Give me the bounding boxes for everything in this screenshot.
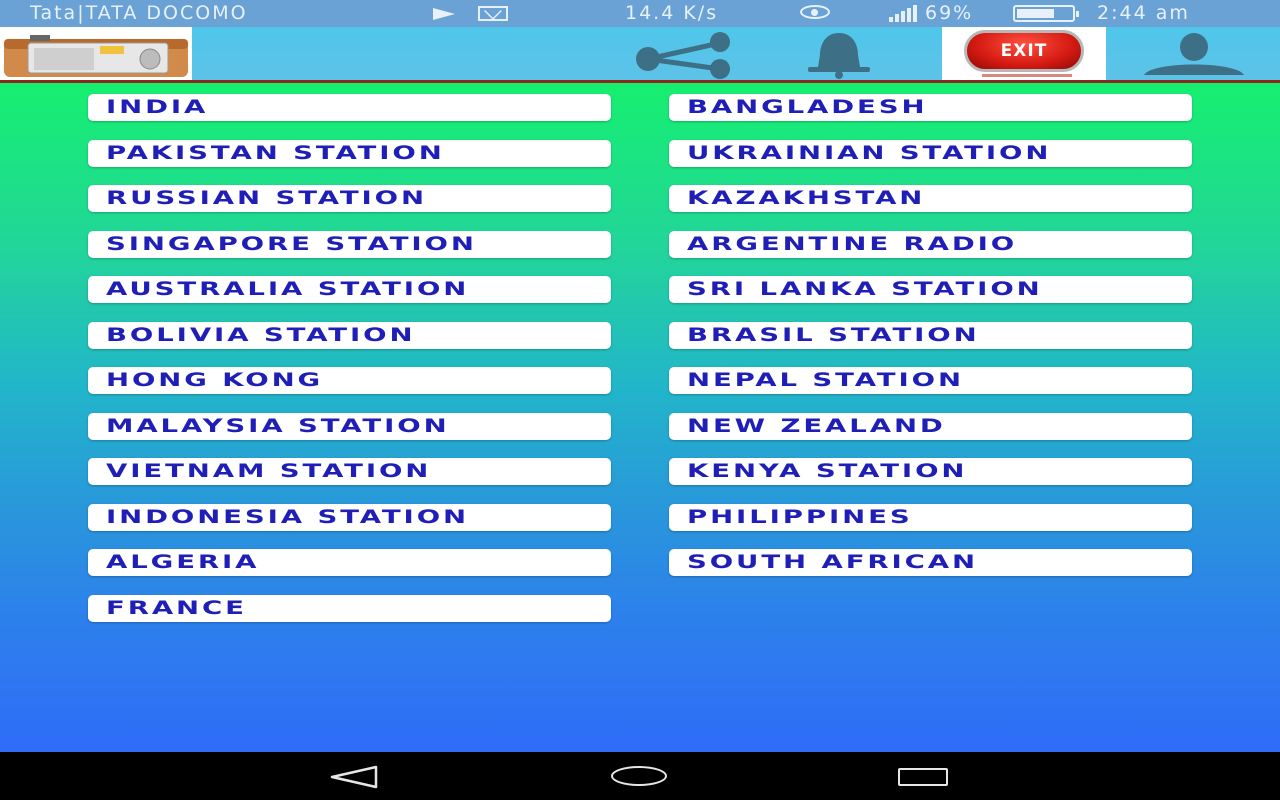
home-icon[interactable] <box>611 766 667 786</box>
station-button[interactable]: INDONESIA STATION <box>88 503 611 531</box>
app-toolbar: EXIT <box>0 27 1280 83</box>
station-button[interactable]: SOUTH AFRICAN <box>669 549 1192 576</box>
station-list: INDIA PAKISTAN STATION RUSSIAN STATION SING… <box>0 83 1280 752</box>
recents-icon[interactable] <box>898 768 948 786</box>
status-bar: Tata|TATA DOCOMO 14.4 K/s 69% 2:44 am <box>0 0 1280 27</box>
station-button[interactable]: INDIA <box>88 94 611 121</box>
station-button[interactable]: SINGAPORE STATION <box>88 230 611 258</box>
station-button[interactable]: BANGLADESH <box>669 94 1192 121</box>
station-button[interactable]: VIETNAM STATION <box>88 458 611 485</box>
station-button[interactable]: AUSTRALIA STATION <box>88 276 611 303</box>
station-label: PAKISTAN STATION <box>106 141 445 164</box>
network-speed: 14.4 K/s <box>625 2 719 24</box>
bell-icon[interactable] <box>804 29 874 79</box>
station-button[interactable]: KENYA STATION <box>669 458 1192 485</box>
station-button[interactable]: SRI LANKA STATION <box>669 276 1192 303</box>
station-label: FRANCE <box>106 596 247 619</box>
station-button[interactable]: HONG KONG <box>88 367 611 394</box>
signal-icon <box>855 4 917 22</box>
station-label: NEPAL STATION <box>687 369 964 391</box>
station-label: PHILIPPINES <box>687 505 913 528</box>
exit-icon: EXIT <box>964 30 1084 72</box>
station-label: KAZAKHSTAN <box>687 187 926 209</box>
station-label: INDIA <box>106 96 209 118</box>
station-label: KENYA STATION <box>687 460 968 482</box>
station-button[interactable]: PHILIPPINES <box>669 503 1192 531</box>
station-label: INDONESIA STATION <box>106 505 469 528</box>
user-icon[interactable] <box>1138 31 1250 79</box>
station-label: ALGERIA <box>106 551 260 573</box>
station-label: SRI LANKA STATION <box>687 278 1043 300</box>
back-icon[interactable] <box>328 764 380 790</box>
station-button[interactable]: NEPAL STATION <box>669 367 1192 394</box>
mail-icon <box>478 6 508 21</box>
station-label: UKRAINIAN STATION <box>687 141 1052 164</box>
station-label: BOLIVIA STATION <box>106 323 416 346</box>
station-button[interactable]: MALAYSIA STATION <box>88 412 611 440</box>
station-label: AUSTRALIA STATION <box>106 278 470 300</box>
battery-percentage: 69% <box>925 2 974 24</box>
station-button[interactable]: UKRAINIAN STATION <box>669 139 1192 167</box>
station-button[interactable]: KAZAKHSTAN <box>669 185 1192 212</box>
exit-caption-decoration <box>982 74 1072 77</box>
station-label: SINGAPORE STATION <box>106 232 477 255</box>
station-label: ARGENTINE RADIO <box>687 232 1018 255</box>
play-store-icon <box>433 8 455 20</box>
station-button[interactable]: RUSSIAN STATION <box>88 185 611 212</box>
eye-comfort-icon <box>800 5 830 19</box>
station-button[interactable]: BOLIVIA STATION <box>88 321 611 349</box>
station-button[interactable]: ARGENTINE RADIO <box>669 230 1192 258</box>
station-label: RUSSIAN STATION <box>106 187 427 209</box>
station-label: BANGLADESH <box>687 96 928 118</box>
station-button[interactable]: FRANCE <box>88 594 611 622</box>
station-label: BRASIL STATION <box>687 323 980 346</box>
station-label: VIETNAM STATION <box>106 460 432 482</box>
station-button[interactable]: NEW ZEALAND <box>669 412 1192 440</box>
station-label: SOUTH AFRICAN <box>687 551 978 573</box>
station-button[interactable]: BRASIL STATION <box>669 321 1192 349</box>
battery-icon <box>1013 5 1079 22</box>
share-icon[interactable] <box>620 31 744 79</box>
navigation-bar <box>0 752 1280 800</box>
station-label: MALAYSIA STATION <box>106 414 450 437</box>
station-label: NEW ZEALAND <box>687 414 946 437</box>
carrier-name: Tata|TATA DOCOMO <box>30 2 248 24</box>
radio-logo[interactable] <box>0 27 192 80</box>
station-label: HONG KONG <box>106 369 324 391</box>
exit-label: EXIT <box>1000 41 1048 61</box>
station-button[interactable]: PAKISTAN STATION <box>88 139 611 167</box>
exit-button[interactable]: EXIT <box>942 27 1106 80</box>
clock: 2:44 am <box>1097 2 1190 24</box>
station-button[interactable]: ALGERIA <box>88 549 611 576</box>
